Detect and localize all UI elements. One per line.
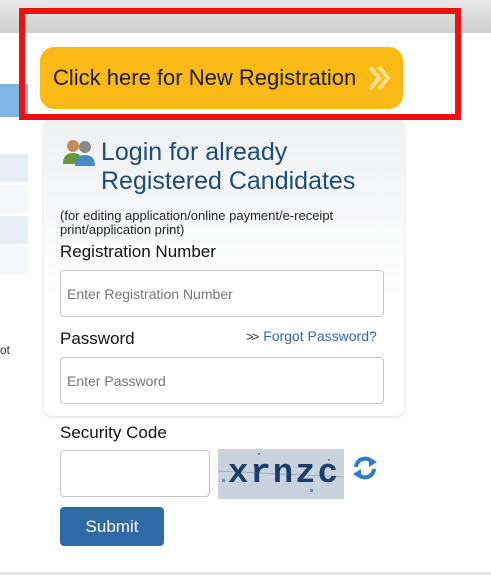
password-input[interactable] xyxy=(60,357,384,404)
security-code-label: Security Code xyxy=(60,423,167,442)
registration-number-label: Registration Number xyxy=(60,242,216,261)
double-chevron-right-icon: >> xyxy=(246,329,259,344)
captcha-text: xrnzc xyxy=(228,455,341,493)
left-nav-strip[interactable] xyxy=(0,185,28,213)
login-hint: (for editing application/online payment/… xyxy=(60,208,334,237)
submit-button[interactable]: Submit xyxy=(60,507,164,546)
refresh-icon[interactable] xyxy=(352,455,378,481)
new-registration-label: Click here for New Registration xyxy=(53,65,357,90)
left-nav-strip[interactable] xyxy=(0,247,28,275)
users-icon xyxy=(63,140,95,166)
password-label: Password xyxy=(60,329,135,348)
left-nav-active-strip[interactable] xyxy=(0,84,28,117)
login-title: Login for already Registered Candidates xyxy=(101,138,356,195)
forgot-password-link[interactable]: >> Forgot Password? xyxy=(246,328,377,344)
registration-number-input[interactable] xyxy=(60,270,384,317)
top-bar xyxy=(0,0,491,33)
left-nav-strip[interactable] xyxy=(0,216,28,244)
security-code-input[interactable] xyxy=(60,450,210,497)
forgot-password-label: Forgot Password? xyxy=(263,328,377,344)
captcha-image: xrnzc xyxy=(218,449,344,499)
double-chevron-right-icon xyxy=(368,65,391,91)
left-nav-strip[interactable] xyxy=(0,154,28,182)
new-registration-button[interactable]: Click here for New Registration xyxy=(40,47,403,109)
truncated-left-text: ot xyxy=(0,343,11,357)
